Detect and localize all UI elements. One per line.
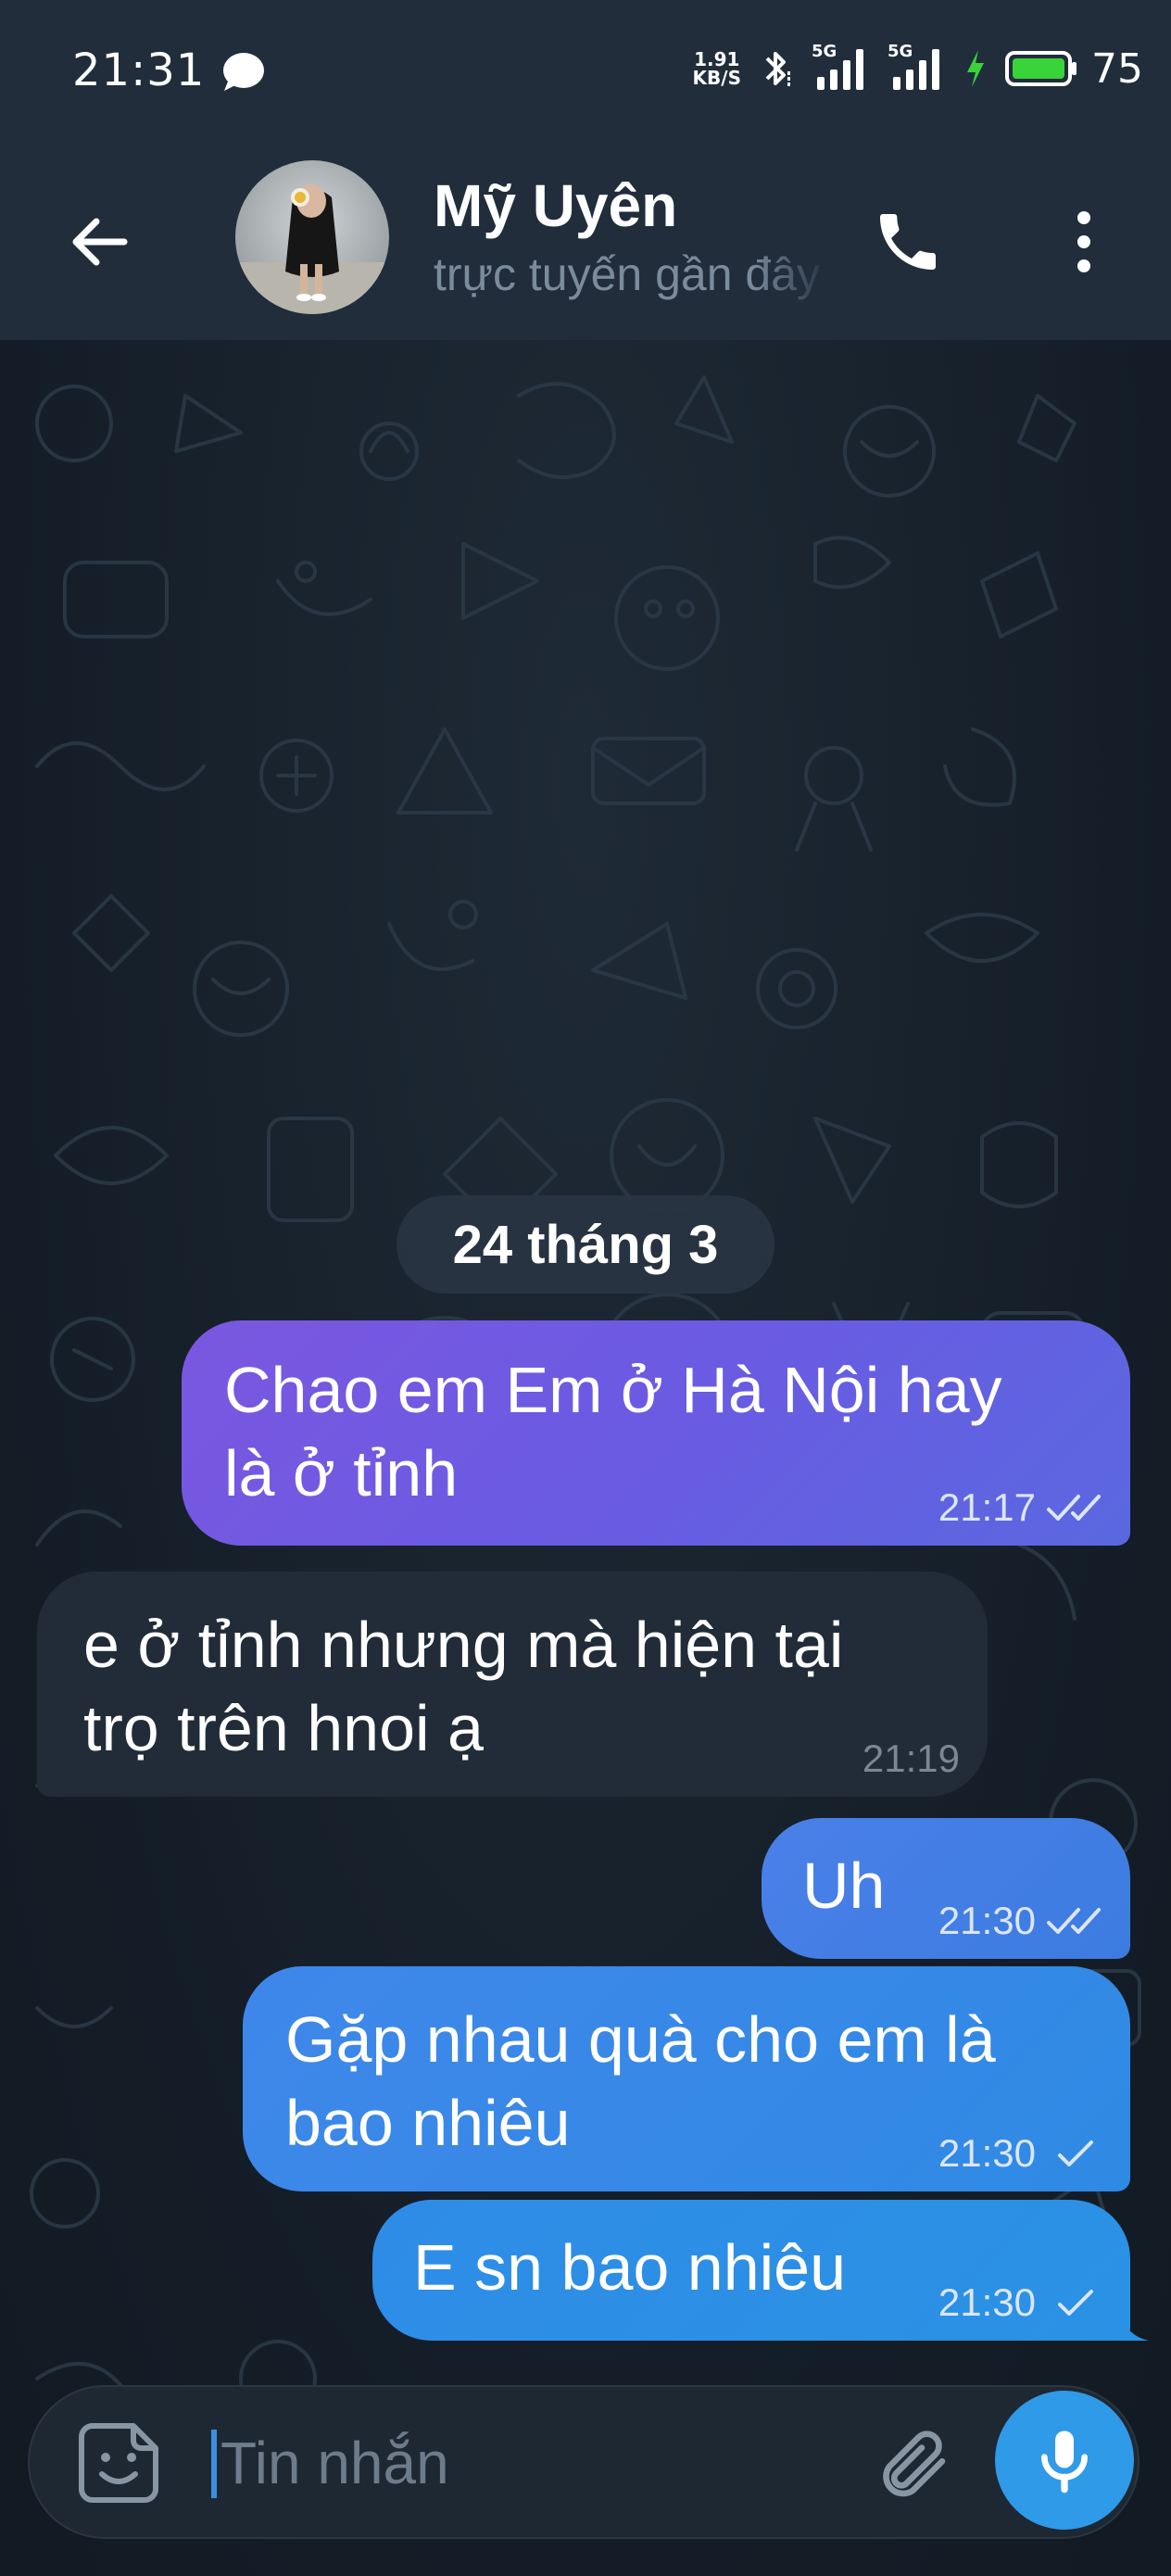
message-text-line: Gặp nhau quà cho em là bbox=[285, 2003, 996, 2076]
signal-2-label: 5G bbox=[888, 42, 913, 61]
status-bar: 21:31 1.91 KB/S 5G 5G 75 bbox=[0, 0, 1171, 144]
sticker-button[interactable] bbox=[70, 2415, 167, 2511]
attach-button[interactable] bbox=[863, 2415, 960, 2511]
message-time: 21:19 bbox=[862, 1736, 960, 1780]
chat-area[interactable]: 24 tháng 3 Chao em Em ở Hà Nội hay là ở … bbox=[0, 340, 1171, 2576]
profile-photo bbox=[235, 160, 389, 314]
chat-notification-icon bbox=[223, 53, 264, 91]
text-caret bbox=[211, 2430, 217, 2498]
message-meta: 21:30 bbox=[938, 2130, 1102, 2177]
message-text-line: e ở tỉnh nhưng mà hiện tại bbox=[83, 1609, 844, 1681]
double-check-icon bbox=[1047, 1908, 1101, 1934]
back-button[interactable] bbox=[56, 197, 145, 286]
bluetooth-icon bbox=[765, 52, 790, 86]
sticker-icon bbox=[79, 2423, 158, 2503]
network-speed-value: 1.91 bbox=[694, 48, 740, 70]
message-meta: 21:17 bbox=[938, 1484, 1102, 1531]
voice-record-button[interactable] bbox=[995, 2391, 1134, 2530]
charging-icon bbox=[967, 50, 984, 87]
check-icon bbox=[1058, 2290, 1093, 2316]
more-options-button[interactable] bbox=[1038, 196, 1130, 288]
network-speed-unit: KB/S bbox=[692, 67, 741, 89]
outgoing-message[interactable]: Uh 21:30 bbox=[762, 1818, 1130, 1959]
message-text-line: Chao em Em ở Hà Nội hay bbox=[224, 1354, 1002, 1426]
message-meta: 21:19 bbox=[863, 1736, 960, 1782]
message-text-line: trọ trên hnoi ạ bbox=[83, 1692, 484, 1764]
contact-name[interactable]: Mỹ Uyên bbox=[434, 171, 677, 240]
call-button[interactable] bbox=[862, 196, 954, 288]
status-indicators: 1.91 KB/S 5G 5G 75 bbox=[693, 41, 1143, 96]
outgoing-message[interactable]: E sn bao nhiêu 21:30 bbox=[372, 2200, 1130, 2341]
double-check-icon bbox=[1047, 1495, 1101, 1521]
outgoing-message[interactable]: Gặp nhau quà cho em là bao nhiêu 21:30 bbox=[243, 1966, 1130, 2191]
check-icon bbox=[1058, 2140, 1093, 2166]
date-separator: 24 tháng 3 bbox=[397, 1195, 774, 1294]
signal-1-label: 5G bbox=[812, 42, 837, 61]
message-time: 21:30 bbox=[938, 2280, 1036, 2324]
bubble-tail bbox=[1117, 2304, 1149, 2341]
contact-status: trực tuyến gần đây bbox=[434, 248, 821, 300]
chat-header: Mỹ Uyên trực tuyến gần đây bbox=[0, 144, 1171, 340]
microphone-icon bbox=[1041, 2431, 1088, 2494]
paperclip-icon bbox=[883, 2431, 946, 2497]
message-input[interactable] bbox=[220, 2415, 850, 2511]
signal-2: 5G bbox=[888, 42, 947, 92]
message-time: 21:30 bbox=[938, 1899, 1036, 1942]
message-time: 21:30 bbox=[938, 2131, 1036, 2175]
message-meta: 21:30 bbox=[938, 1898, 1102, 1944]
more-vert-icon bbox=[1077, 211, 1090, 272]
phone-icon bbox=[880, 214, 936, 270]
message-meta: 21:30 bbox=[938, 2279, 1102, 2326]
battery-icon bbox=[1005, 51, 1077, 86]
incoming-message[interactable]: e ở tỉnh nhưng mà hiện tại trọ trên hnoi… bbox=[37, 1572, 988, 1797]
message-time: 21:17 bbox=[938, 1485, 1036, 1529]
status-time: 21:31 bbox=[72, 44, 206, 96]
message-composer bbox=[28, 2385, 1140, 2539]
battery-percentage: 75 bbox=[1091, 44, 1143, 93]
avatar[interactable] bbox=[235, 160, 389, 314]
outgoing-message[interactable]: Chao em Em ở Hà Nội hay là ở tỉnh 21:17 bbox=[182, 1320, 1130, 1546]
signal-1: 5G bbox=[812, 42, 871, 92]
arrow-left-icon bbox=[72, 218, 128, 266]
network-speed: 1.91 KB/S bbox=[693, 50, 741, 87]
